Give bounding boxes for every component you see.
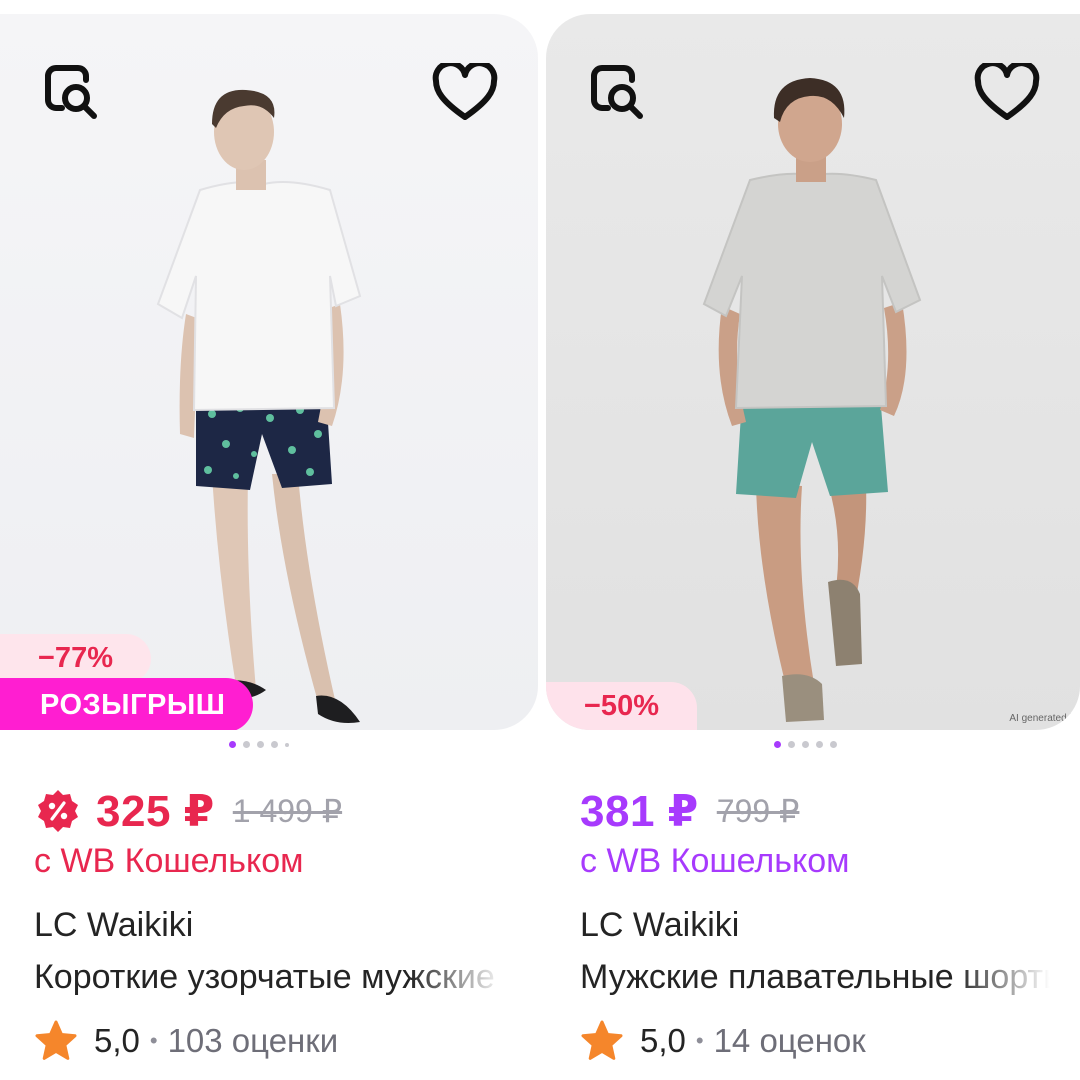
star-icon (35, 1020, 77, 1060)
similar-search-button[interactable] (34, 56, 108, 130)
product-card-1[interactable]: −77% РОЗЫГРЫШ 325 ₽ 1 499 ₽ с WB Кошельк… (0, 14, 538, 1080)
heart-icon (432, 63, 498, 120)
pagination-dot (285, 742, 289, 747)
pagination-dot (774, 741, 781, 748)
brand-name[interactable]: LC Waikiki (580, 906, 739, 945)
product-photo[interactable]: −50% AI generated im (546, 14, 1080, 730)
pagination-dot (243, 741, 250, 748)
current-price: 381 ₽ (580, 786, 699, 836)
wallet-label: с WB Кошельком (34, 842, 304, 880)
promo-badge: РОЗЫГРЫШ (0, 678, 254, 730)
discount-badge: −77% (0, 634, 151, 682)
ai-generated-note: AI generated im (1009, 713, 1080, 724)
price-row: 381 ₽ 799 ₽ (580, 782, 799, 840)
pagination-dot (257, 741, 264, 748)
separator-dot: • (149, 1028, 158, 1053)
pagination-dot (816, 741, 823, 748)
similar-search-icon (591, 65, 643, 119)
similar-search-button[interactable] (580, 56, 654, 130)
pagination-dot (802, 741, 809, 748)
star-icon (581, 1020, 623, 1060)
pagination-dot (788, 741, 795, 748)
pagination-dot (229, 741, 236, 748)
product-name[interactable]: Мужские плавательные шорты (580, 958, 1050, 997)
old-price: 1 499 ₽ (232, 793, 343, 829)
rating-value: 5,0 (640, 1022, 686, 1059)
image-pagination (774, 741, 837, 748)
reviews-count: 14 оценок (713, 1022, 866, 1059)
similar-search-icon (45, 65, 97, 119)
pagination-dot (830, 741, 837, 748)
separator-dot: • (695, 1028, 704, 1053)
current-price: 325 ₽ (96, 786, 215, 836)
heart-icon (974, 63, 1040, 120)
favorite-button[interactable] (428, 56, 502, 130)
pagination-dot (271, 741, 278, 748)
reviews-count: 103 оценки (167, 1022, 339, 1059)
price-row: 325 ₽ 1 499 ₽ (34, 782, 342, 840)
rating-value: 5,0 (94, 1022, 140, 1059)
image-pagination (229, 741, 289, 748)
product-photo[interactable]: −77% РОЗЫГРЫШ (0, 14, 538, 730)
wallet-label: с WB Кошельком (580, 842, 850, 880)
rating-row[interactable]: 5,0 • 103 оценки (34, 1017, 338, 1065)
wallet-discount-icon (38, 790, 78, 832)
old-price: 799 ₽ (716, 793, 800, 829)
rating-row[interactable]: 5,0 • 14 оценок (580, 1017, 866, 1065)
product-name[interactable]: Короткие узорчатые мужские шорты (34, 958, 504, 997)
product-card-2[interactable]: −50% AI generated im 381 ₽ 799 ₽ с WB Ко… (546, 14, 1080, 1080)
discount-badge: −50% (546, 682, 697, 730)
brand-name[interactable]: LC Waikiki (34, 906, 193, 945)
favorite-button[interactable] (970, 56, 1044, 130)
